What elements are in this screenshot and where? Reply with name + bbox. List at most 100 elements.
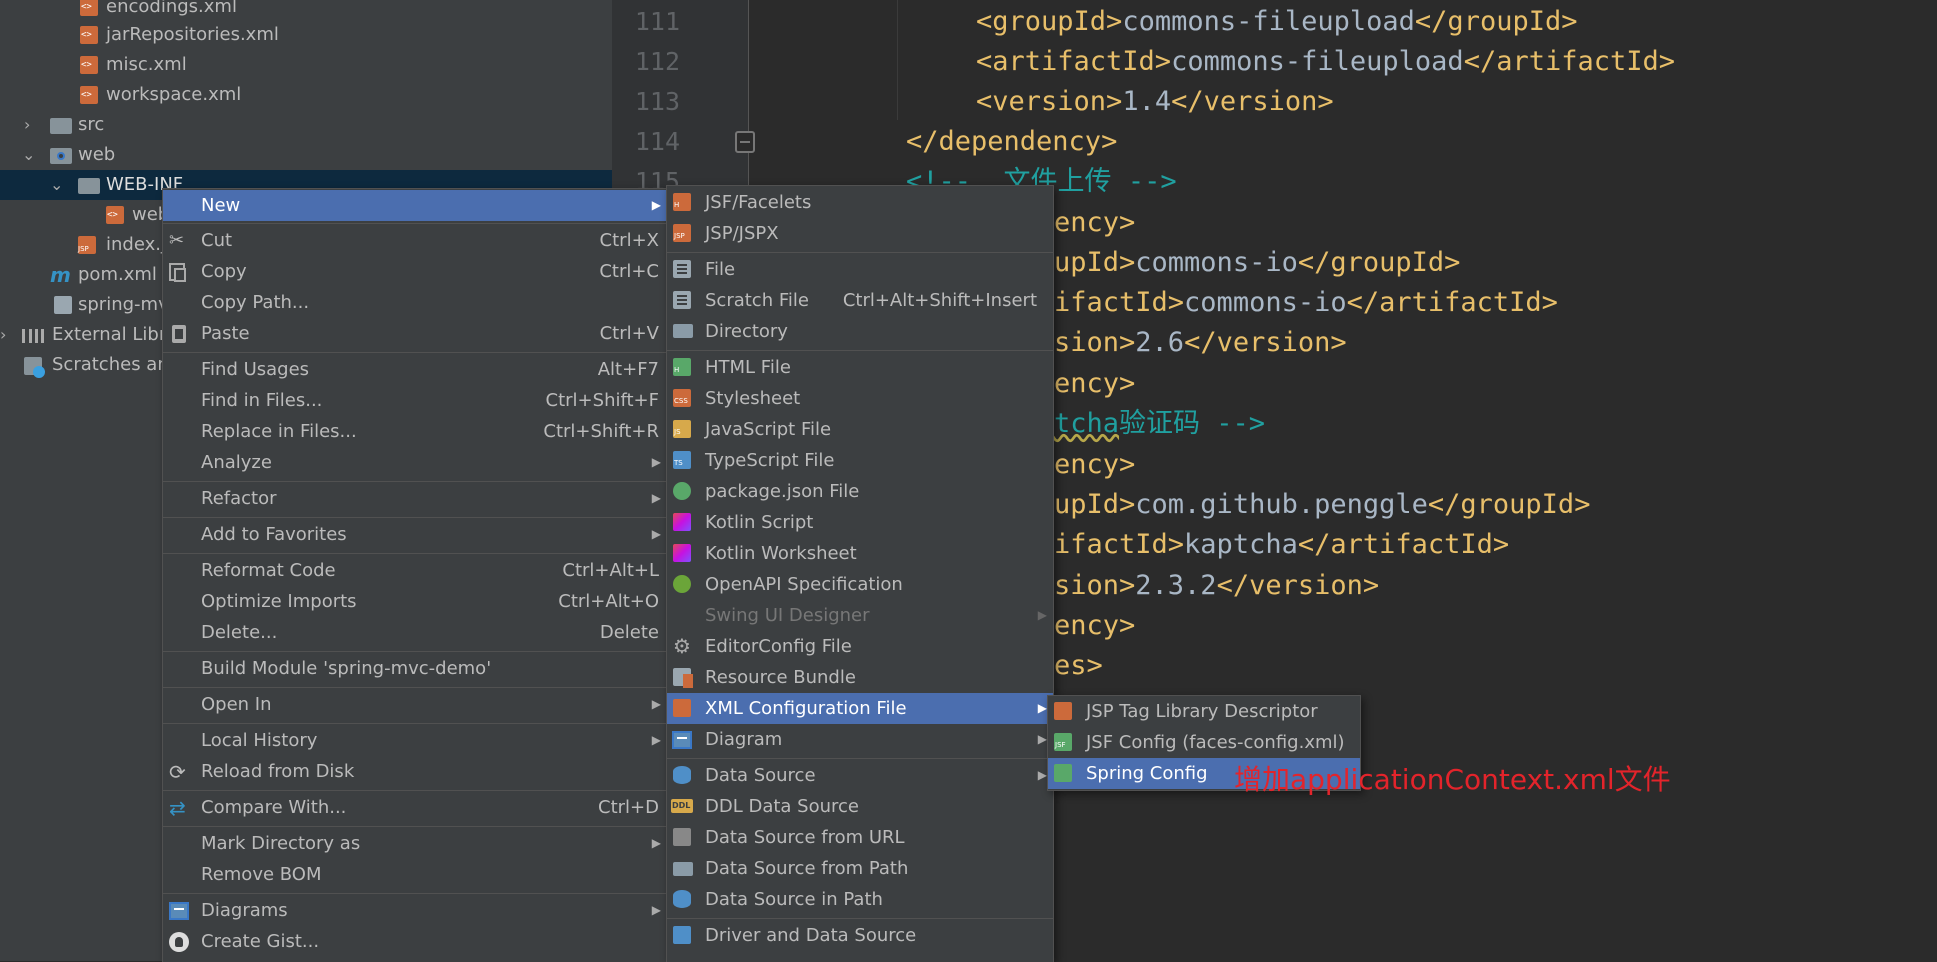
jsp-file-icon: JSP (673, 224, 691, 242)
menu-item-cut[interactable]: ✂ Cut Ctrl+X (163, 225, 667, 256)
code-line: upId>com.github.penggle</groupId> (1054, 489, 1591, 520)
jsp-file-icon (78, 236, 96, 254)
menu-item-compare-with[interactable]: ⇄ Compare With... Ctrl+D (163, 792, 667, 823)
menu-item-local-history[interactable]: Local History ▶ (163, 725, 667, 756)
menu-item-replace-in-files[interactable]: Replace in Files... Ctrl+Shift+R (163, 416, 667, 447)
menu-item-find-in-files[interactable]: Find in Files... Ctrl+Shift+F (163, 385, 667, 416)
menu-item-data-source-from-url[interactable]: Data Source from URL (667, 822, 1053, 853)
menu-separator (163, 826, 667, 827)
tree-item-workspace-xml[interactable]: workspace.xml (0, 80, 612, 110)
code-line: tcha验证码 --> (1054, 408, 1266, 439)
menu-item-resource-bundle[interactable]: Resource Bundle (667, 662, 1053, 693)
menu-item-openapi-specification[interactable]: OpenAPI Specification (667, 569, 1053, 600)
menu-item-diagrams[interactable]: Diagrams ▶ (163, 895, 667, 926)
chevron-right-icon[interactable]: › (0, 320, 6, 350)
menu-item-analyze[interactable]: Analyze ▶ (163, 447, 667, 478)
menu-item-scratch-file[interactable]: Scratch File Ctrl+Alt+Shift+Insert (667, 285, 1053, 316)
menu-item-kotlin-script[interactable]: Kotlin Script (667, 507, 1053, 538)
tree-item-misc-xml[interactable]: misc.xml (0, 50, 612, 80)
menu-item-reformat-code[interactable]: Reformat Code Ctrl+Alt+L (163, 555, 667, 586)
menu-item-copy-path[interactable]: Copy Path... (163, 287, 667, 318)
menu-separator (667, 350, 1053, 351)
menu-item-optimize-imports[interactable]: Optimize Imports Ctrl+Alt+O (163, 586, 667, 617)
menu-item-copy[interactable]: Copy Ctrl+C (163, 256, 667, 287)
code-line: ency> (1054, 610, 1136, 641)
tree-item-web[interactable]: ⌄ web (0, 140, 612, 170)
menu-item-new[interactable]: New ▶ (163, 190, 667, 221)
menu-item-jsf-facelets[interactable]: H JSF/Facelets (667, 187, 1053, 218)
xml-file-icon (80, 26, 98, 44)
menu-item-reload-from-disk[interactable]: ⟳ Reload from Disk (163, 756, 667, 787)
menu-item-editorconfig-file[interactable]: ⚙ EditorConfig File (667, 631, 1053, 662)
submenu-arrow-icon: ▶ (1037, 701, 1047, 715)
menu-item-xml-configuration-file[interactable]: XML Configuration File ▶ (667, 693, 1053, 724)
menu-item-paste[interactable]: Paste Ctrl+V (163, 318, 667, 349)
xml-file-icon (673, 699, 691, 717)
menu-item-directory[interactable]: Directory (667, 316, 1053, 347)
menu-separator (163, 223, 667, 224)
chevron-down-icon[interactable]: ⌄ (50, 170, 63, 200)
menu-item-jsp-tag-library-descriptor[interactable]: JSP Tag Library Descriptor (1048, 696, 1360, 727)
submenu-arrow-icon: ▶ (651, 836, 661, 850)
tree-item-jarrepositories-xml[interactable]: jarRepositories.xml (0, 20, 612, 50)
code-line: <groupId>commons-fileupload</groupId> (976, 6, 1578, 37)
menu-item-jsf-config[interactable]: JSF JSF Config (faces-config.xml) (1048, 727, 1360, 758)
chevron-right-icon[interactable]: › (24, 110, 30, 140)
jsf-facelets-icon: H (673, 193, 691, 211)
menu-item-mark-directory-as[interactable]: Mark Directory as ▶ (163, 828, 667, 859)
xml-file-icon (80, 0, 98, 16)
annotation-note: 增加applicationContext.xml文件 (1234, 763, 1671, 796)
code-line: ency> (1054, 449, 1136, 480)
menu-item-diagram[interactable]: Diagram ▶ (667, 724, 1053, 755)
submenu-arrow-icon: ▶ (651, 527, 661, 541)
indent-guide (897, 0, 898, 120)
submenu-arrow-icon: ▶ (651, 198, 661, 212)
github-icon (169, 932, 189, 952)
menu-item-ddl-data-source[interactable]: DDL Data Source (667, 791, 1053, 822)
web-folder-icon (50, 148, 72, 164)
openapi-icon (673, 575, 691, 593)
menu-item-swing-ui-designer[interactable]: Swing UI Designer ▶ (667, 600, 1053, 631)
menu-item-html-file[interactable]: H HTML File (667, 352, 1053, 383)
chevron-down-icon[interactable]: ⌄ (22, 140, 35, 170)
submenu-arrow-icon: ▶ (651, 697, 661, 711)
menu-separator (667, 758, 1053, 759)
submenu-arrow-icon: ▶ (1037, 608, 1047, 622)
menu-item-build-module[interactable]: Build Module 'spring-mvc-demo' (163, 653, 667, 684)
submenu-arrow-icon: ▶ (651, 455, 661, 469)
tree-item-encodings-xml[interactable]: encodings.xml (0, 0, 612, 22)
driver-icon (673, 926, 691, 944)
menu-item-delete[interactable]: Delete... Delete (163, 617, 667, 648)
menu-item-typescript-file[interactable]: TS TypeScript File (667, 445, 1053, 476)
menu-item-data-source-in-path[interactable]: Data Source in Path (667, 884, 1053, 915)
gear-icon: ⚙ (673, 634, 691, 658)
code-line: ency> (1054, 207, 1136, 238)
submenu-arrow-icon: ▶ (1037, 732, 1047, 746)
menu-item-stylesheet[interactable]: CSS Stylesheet (667, 383, 1053, 414)
nodejs-icon (673, 482, 691, 500)
code-line: <version>1.4</version> (976, 86, 1334, 117)
spring-config-icon (1054, 764, 1072, 782)
menu-item-package-json[interactable]: package.json File (667, 476, 1053, 507)
tree-item-src[interactable]: › src (0, 110, 612, 140)
fold-marker-icon[interactable] (735, 131, 755, 153)
menu-item-data-source-from-path[interactable]: Data Source from Path (667, 853, 1053, 884)
menu-item-data-source[interactable]: Data Source ▶ (667, 760, 1053, 791)
menu-separator (163, 352, 667, 353)
menu-item-find-usages[interactable]: Find Usages Alt+F7 (163, 354, 667, 385)
diagram-icon (672, 731, 692, 749)
menu-item-remove-bom[interactable]: Remove BOM (163, 859, 667, 890)
menu-item-javascript-file[interactable]: JS JavaScript File (667, 414, 1053, 445)
menu-item-open-in[interactable]: Open In ▶ (163, 689, 667, 720)
line-number: 113 (634, 87, 680, 116)
menu-item-refactor[interactable]: Refactor ▶ (163, 483, 667, 514)
menu-item-jsp-jspx[interactable]: JSP JSP/JSPX (667, 218, 1053, 249)
open-folder-icon (673, 862, 693, 876)
menu-item-create-gist[interactable]: Create Gist... (163, 926, 667, 957)
menu-item-file[interactable]: File (667, 254, 1053, 285)
line-number: 111 (634, 7, 680, 36)
menu-item-kotlin-worksheet[interactable]: Kotlin Worksheet (667, 538, 1053, 569)
folder-icon (673, 324, 693, 338)
menu-item-add-to-favorites[interactable]: Add to Favorites ▶ (163, 519, 667, 550)
menu-item-driver-and-data-source[interactable]: Driver and Data Source (667, 920, 1053, 951)
